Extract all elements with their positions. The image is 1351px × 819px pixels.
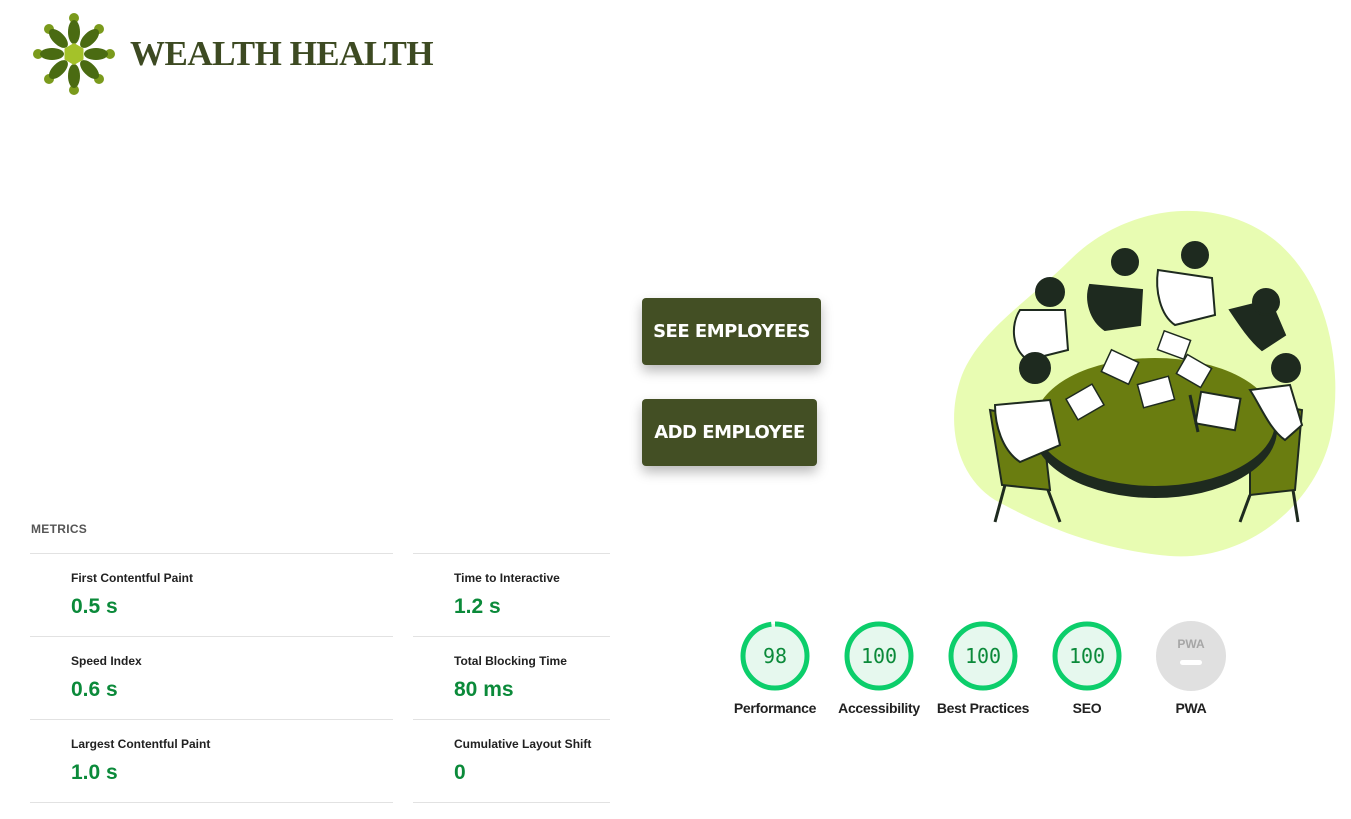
gauge-score: 100	[1069, 644, 1105, 668]
metric-first-contentful-paint: First Contentful Paint 0.5 s	[30, 553, 393, 636]
metric-value: 80 ms	[454, 678, 514, 701]
metric-label: Total Blocking Time	[454, 654, 567, 668]
gauge-accessibility[interactable]: 100 Accessibility	[827, 620, 931, 716]
gauge-score: 100	[861, 644, 897, 668]
metrics-column-right: Time to Interactive 1.2 s Total Blocking…	[413, 553, 610, 803]
metric-label: First Contentful Paint	[71, 571, 193, 585]
gauge-label: PWA	[1175, 700, 1207, 716]
metric-speed-index: Speed Index 0.6 s	[30, 636, 393, 719]
gauge-label: Accessibility	[838, 700, 920, 716]
metrics-title: METRICS	[31, 522, 88, 536]
gauge-score: 100	[965, 644, 1001, 668]
gauge-ring-icon: 100	[948, 621, 1018, 691]
metrics-column-left: First Contentful Paint 0.5 s Speed Index…	[30, 553, 393, 803]
see-employees-button[interactable]: SEE EMPLOYEES	[642, 298, 821, 365]
metric-value: 0	[454, 761, 466, 784]
metric-value: 1.0 s	[71, 761, 118, 784]
metric-label: Speed Index	[71, 654, 142, 668]
gauge-pwa[interactable]: PWA PWA	[1139, 620, 1243, 716]
metric-time-to-interactive: Time to Interactive 1.2 s	[413, 553, 610, 636]
wealth-health-logo-icon	[33, 13, 115, 95]
metric-label: Cumulative Layout Shift	[454, 737, 592, 751]
metric-value: 0.5 s	[71, 595, 118, 618]
gauge-ring-icon: 100	[1052, 621, 1122, 691]
gauge-seo[interactable]: 100 SEO	[1035, 620, 1139, 716]
team-meeting-illustration	[954, 210, 1336, 557]
gauge-best-practices[interactable]: 100 Best Practices	[931, 620, 1035, 716]
metric-cumulative-layout-shift: Cumulative Layout Shift 0	[413, 719, 610, 803]
gauge-performance[interactable]: 98 Performance	[723, 620, 827, 716]
metric-total-blocking-time: Total Blocking Time 80 ms	[413, 636, 610, 719]
metric-largest-contentful-paint: Largest Contentful Paint 1.0 s	[30, 719, 393, 803]
gauge-ring-icon: 98	[740, 621, 810, 691]
header: WEALTH HEALTH	[30, 10, 434, 98]
gauge-label: SEO	[1072, 700, 1102, 716]
add-employee-button[interactable]: ADD EMPLOYEE	[642, 399, 817, 466]
metric-label: Largest Contentful Paint	[71, 737, 211, 751]
gauge-label: Best Practices	[936, 700, 1030, 716]
brand-title: WEALTH HEALTH	[130, 34, 434, 73]
gauge-label: Performance	[733, 700, 817, 716]
metric-label: Time to Interactive	[454, 571, 560, 585]
metric-value: 0.6 s	[71, 678, 118, 701]
pwa-badge-icon: PWA	[1156, 621, 1226, 691]
gauge-ring-icon: 100	[844, 621, 914, 691]
gauge-score: 98	[763, 644, 787, 668]
pwa-badge-text: PWA	[1177, 637, 1205, 651]
metric-value: 1.2 s	[454, 595, 501, 618]
